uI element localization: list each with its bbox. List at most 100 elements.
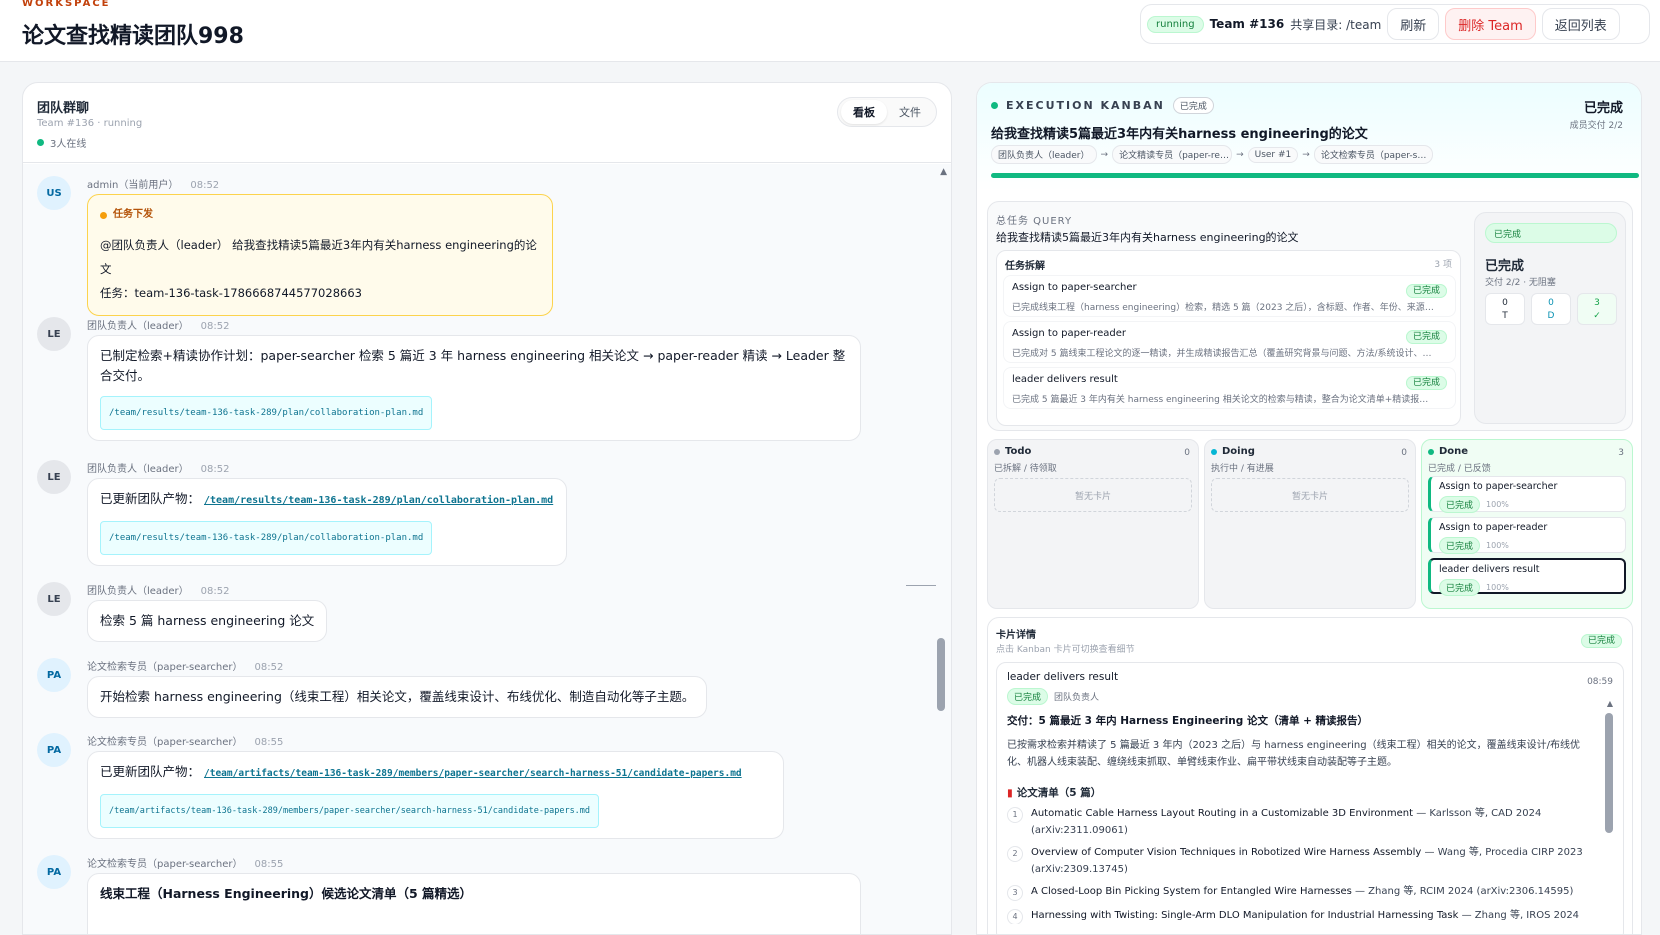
breakdown-item[interactable]: Assign to paper-reader 已完成 已完成对 5 篇线束工程论… [1003, 321, 1456, 363]
detail-card-title: leader delivers result [1007, 671, 1119, 683]
back-to-list-button[interactable]: 返回列表 [1541, 8, 1620, 40]
kanban-status: 已完成 [1583, 101, 1623, 116]
task-dot-icon [100, 211, 107, 219]
arrow-icon: → [1100, 149, 1109, 160]
message-text: 开始检索 harness engineering（线束工程）相关论文，覆盖线束设… [100, 689, 695, 704]
breakdown-item-name: Assign to paper-reader [1012, 328, 1126, 339]
message-meta: admin（当前用户） 08:52 [87, 180, 220, 191]
scroll-up-icon[interactable]: ▲ [1607, 699, 1613, 708]
breakdown-item-status: 已完成 [1405, 374, 1447, 390]
message-meta: 团队负责人（leader） 08:52 [87, 464, 230, 475]
message-text: 已更新团队产物： /team/artifacts/team-136-task-2… [100, 764, 742, 779]
arrow-icon: → [1302, 149, 1310, 160]
chain-member: 论文检索专员（paper-s… [1313, 145, 1434, 164]
message-meta: 团队负责人（leader） 08:52 [87, 321, 230, 332]
message-bubble: 已更新团队产物： /team/results/team-136-task-289… [87, 478, 567, 566]
breakdown-count: 3 项 [1434, 260, 1452, 270]
stat-done: 3 ✓ [1577, 293, 1617, 325]
kanban-card-selected[interactable]: leader delivers result 已完成 100% [1428, 558, 1626, 596]
task-tag: 任务下发 [100, 205, 540, 225]
column-dot-icon [994, 448, 1000, 455]
message-list[interactable]: US admin（当前用户） 08:52 任务下发 @团队负责人（leader） … [23, 164, 951, 934]
column-title: Todo [994, 446, 1031, 457]
detail-card[interactable]: leader delivers result 08:59 已完成 团队负责人 交付… [996, 662, 1624, 934]
file-path-chip[interactable]: /team/results/team-136-task-289/plan/col… [100, 521, 433, 555]
view-toggle: 看板 文件 [837, 97, 937, 127]
avatar: LE [37, 582, 71, 616]
card-progress: 已完成 100% [1439, 496, 1509, 513]
column-title: Doing [1211, 446, 1255, 457]
tab-files[interactable]: 文件 [887, 100, 933, 124]
query-label: 总任务 QUERY [996, 216, 1073, 227]
workspace-label: WORKSPACE [22, 0, 111, 9]
status-dot-icon [991, 102, 998, 109]
message-meta: 论文检索专员（paper-searcher） 08:52 [87, 662, 284, 673]
kanban-header: EXECUTION KANBAN 已完成 已完成 成员交付 2/2 给我查找精读5… [977, 83, 1641, 191]
deliver-paragraph: 已按需求检索并精读了 5 篇最近 3 年内（2023 之后）与 harness … [1007, 740, 1580, 768]
scroll-up-icon[interactable]: ▲ [940, 167, 947, 177]
empty-placeholder: 暂无卡片 [994, 478, 1192, 512]
breakdown-item[interactable]: Assign to paper-searcher 已完成 已完成线束工程（har… [1003, 275, 1456, 317]
message-bubble: 线束工程（Harness Engineering）候选论文清单（5 篇精选） [87, 873, 861, 934]
breakdown-item-name: leader delivers result [1012, 374, 1118, 385]
kanban-panel: EXECUTION KANBAN 已完成 已完成 成员交付 2/2 给我查找精读5… [976, 82, 1642, 935]
stats-status: 已完成 [1485, 259, 1525, 274]
task-breakdown: 任务拆解 3 项 Assign to paper-searcher 已完成 已完… [996, 250, 1461, 426]
column-sub: 已拆解 / 待领取 [994, 464, 1057, 474]
column-sub: 已完成 / 已反馈 [1428, 464, 1491, 474]
message-bubble: 已更新团队产物： /team/artifacts/team-136-task-2… [87, 751, 784, 839]
artifact-link[interactable]: /team/artifacts/team-136-task-289/member… [204, 768, 742, 779]
task-id: 任务：team-136-task-1786668744577028663 [100, 286, 362, 300]
artifact-link[interactable]: /team/results/team-136-task-289/plan/col… [204, 495, 553, 506]
top-header: WORKSPACE 论文查找精读团队998 running Team #136 … [0, 0, 1660, 62]
team-chat-panel: 团队群聊 Team #136 · running 3人在线 看板 文件 US a… [22, 82, 952, 935]
column-count: 0 [1401, 448, 1407, 458]
message-text: 检索 5 篇 harness engineering 论文 [100, 613, 315, 628]
column-todo: Todo 0 已拆解 / 待领取 暂无卡片 [987, 439, 1199, 609]
kanban-card[interactable]: Assign to paper-searcher 已完成 100% [1428, 476, 1626, 513]
kanban-card[interactable]: Assign to paper-reader 已完成 100% [1428, 517, 1626, 554]
delete-team-button[interactable]: 删除 Team [1445, 8, 1536, 40]
message-meta: 论文检索专员（paper-searcher） 08:55 [87, 859, 284, 870]
paper-item: 2 Overview of Computer Vision Techniques … [1007, 844, 1587, 878]
document-icon: ▮ [1007, 786, 1013, 799]
column-title: Done [1428, 446, 1468, 457]
stat-todo: 0T [1485, 293, 1525, 325]
column-done: Done 3 已完成 / 已反馈 Assign to paper-searche… [1421, 439, 1633, 609]
avatar: LE [37, 460, 71, 494]
progress-bar [991, 173, 1639, 178]
message-text: 已更新团队产物： /team/results/team-136-task-289… [100, 491, 554, 506]
detail-scrollbar[interactable] [1605, 713, 1613, 833]
avatar: PA [37, 733, 71, 767]
message-bubble: 已制定检索+精读协作计划：paper-searcher 检索 5 篇近 3 年 … [87, 335, 861, 441]
online-dot-icon [37, 139, 44, 146]
message-bubble: 开始检索 harness engineering（线束工程）相关论文，覆盖线束设… [87, 676, 708, 718]
card-progress: 已完成 100% [1439, 579, 1509, 596]
chat-subtitle: Team #136 · running [37, 118, 143, 129]
breakdown-item[interactable]: leader delivers result 已完成 已完成 5 篇最近 3 年… [1003, 367, 1456, 409]
kanban-tag: 已完成 [1172, 97, 1214, 114]
message-text: 已制定检索+精读协作计划：paper-searcher 检索 5 篇近 3 年 … [100, 348, 846, 383]
column-count: 3 [1618, 448, 1624, 458]
detail-meta: 已完成 团队负责人 [1007, 688, 1099, 705]
header-toolbar: running Team #136 共享目录: /team 刷新 删除 Team… [1140, 4, 1650, 44]
card-title: leader delivers result [1439, 564, 1540, 575]
card-progress: 已完成 100% [1439, 537, 1509, 554]
avatar: PA [37, 658, 71, 692]
file-path-chip[interactable]: /team/artifacts/team-136-task-289/member… [100, 794, 600, 828]
query-text: 给我查找精读5篇最近3年内有关harness engineering的论文 [996, 231, 1299, 244]
column-dot-icon [1211, 448, 1217, 455]
member-chain: 团队负责人（leader） → 论文精读专员（paper-re… → User #1… [991, 145, 1434, 164]
column-sub: 执行中 / 有进展 [1211, 464, 1274, 474]
breakdown-item-name: Assign to paper-searcher [1012, 282, 1137, 293]
file-path-chip[interactable]: /team/results/team-136-task-289/plan/col… [100, 396, 433, 430]
refresh-button[interactable]: 刷新 [1387, 8, 1440, 40]
message-meta: 团队负责人（leader） 08:52 [87, 586, 230, 597]
share-dir: 共享目录: /team [1290, 17, 1382, 32]
kanban-label: EXECUTION KANBAN 已完成 [991, 97, 1214, 114]
chat-scrollbar[interactable] [937, 638, 945, 711]
paper-item: 1 Automatic Cable Harness Layout Routing … [1007, 805, 1587, 839]
paper-item: 3A Closed-Loop Bin Picking System for En… [1007, 883, 1587, 901]
tab-kanban[interactable]: 看板 [841, 100, 887, 124]
paper-list-heading: ▮ 论文清单（5 篇） [1007, 786, 1102, 800]
